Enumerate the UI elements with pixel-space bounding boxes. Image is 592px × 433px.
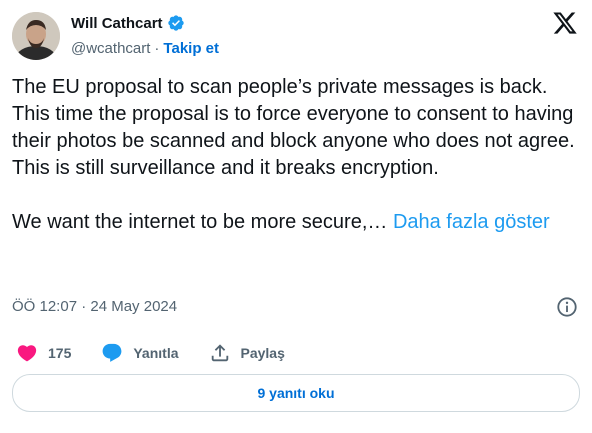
- author-handle[interactable]: @wcathcart: [71, 40, 150, 57]
- tweet-text: The EU proposal to scan people’s private…: [12, 74, 580, 236]
- info-icon[interactable]: [556, 296, 578, 318]
- share-button[interactable]: Paylaş: [209, 342, 285, 364]
- tweet-body: The EU proposal to scan people’s private…: [12, 76, 575, 233]
- author-name[interactable]: Will Cathcart: [71, 14, 185, 32]
- avatar[interactable]: [12, 12, 60, 60]
- show-more-link[interactable]: Daha fazla göster: [393, 211, 550, 233]
- share-label: Paylaş: [240, 345, 285, 361]
- action-bar: 175 Yanıtla Paylaş: [16, 342, 285, 364]
- verified-icon: [167, 15, 184, 31]
- read-replies-button[interactable]: 9 yanıtı oku: [12, 374, 580, 412]
- like-count: 175: [48, 345, 72, 361]
- separator: ·: [154, 40, 160, 57]
- reply-button[interactable]: Yanıtla: [101, 342, 179, 364]
- reply-icon: [102, 343, 122, 362]
- heart-icon: [17, 345, 37, 362]
- reply-label: Yanıtla: [133, 345, 179, 361]
- handle-row: @wcathcart · Takip et: [71, 40, 219, 57]
- timestamp[interactable]: ÖÖ 12:07 · 24 May 2024: [12, 298, 177, 315]
- follow-button[interactable]: Takip et: [163, 40, 219, 57]
- x-logo-icon[interactable]: [552, 10, 578, 36]
- share-icon: [211, 344, 228, 362]
- like-button[interactable]: 175: [16, 342, 71, 364]
- author-name-text[interactable]: Will Cathcart: [71, 15, 163, 32]
